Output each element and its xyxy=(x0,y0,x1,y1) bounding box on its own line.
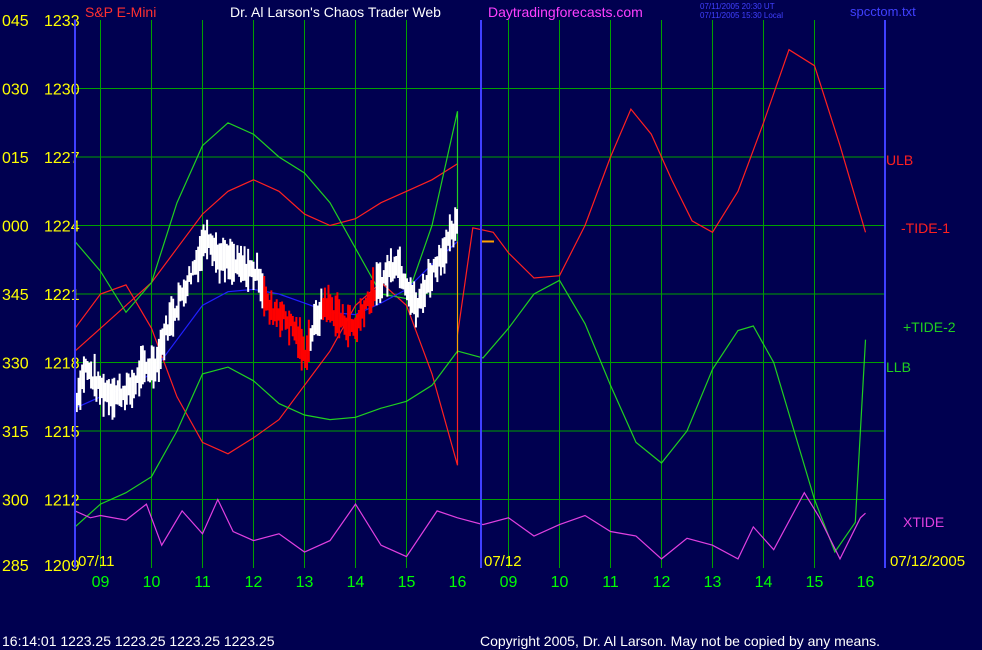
day-label-1: 07/11 xyxy=(78,553,114,570)
timestamp-ut: 07/11/2005 20:30 UT xyxy=(700,2,775,11)
price-axis-code-label: 030 xyxy=(2,82,29,99)
chart-title: Dr. Al Larson's Chaos Trader Web xyxy=(230,4,441,20)
chaos-trader-chart: 045 1233030 1230015 1227000 1224345 1221330 12… xyxy=(0,0,982,650)
hour-axis-tick-label: 14 xyxy=(347,574,365,591)
price-axis-code-label: 000 xyxy=(2,219,29,236)
timestamp-local: 07/11/2005 15:30 Local xyxy=(700,11,783,20)
hour-axis-tick-label: 09 xyxy=(92,574,110,591)
hour-axis-tick-label: 14 xyxy=(755,574,773,591)
price-axis-code-label: 285 xyxy=(2,558,29,575)
price-axis-code-label: 330 xyxy=(2,356,29,373)
hour-axis-tick-label: 09 xyxy=(500,574,518,591)
hour-axis-tick-label: 15 xyxy=(806,574,824,591)
price-axis-code-label: 045 xyxy=(2,13,29,30)
hour-axis-tick-label: 10 xyxy=(143,574,161,591)
price-axis-code-label: 315 xyxy=(2,424,29,441)
hour-axis-tick-label: 16 xyxy=(449,574,467,591)
data-filename: spcctom.txt xyxy=(850,4,916,19)
hour-axis-tick-label: 13 xyxy=(704,574,722,591)
series-label-xtide: XTIDE xyxy=(903,514,944,530)
site-name: Daytradingforecasts.com xyxy=(488,4,643,20)
end-date-label: 07/12/2005 xyxy=(890,553,965,570)
hour-axis-tick-label: 15 xyxy=(398,574,416,591)
copyright-line: Copyright 2005, Dr. Al Larson. May not b… xyxy=(480,633,880,649)
hour-axis-tick-label: 12 xyxy=(653,574,671,591)
hour-axis-tick-label: 13 xyxy=(296,574,314,591)
instrument-label: S&P E-Mini xyxy=(85,4,156,20)
price-axis-code-label: 300 xyxy=(2,493,29,510)
series-label-tide1: -TIDE-1 xyxy=(901,220,950,236)
hour-axis-tick-label: 16 xyxy=(857,574,875,591)
hour-axis-tick-label: 12 xyxy=(245,574,263,591)
status-line: 16:14:01 1223.25 1223.25 1223.25 1223.25 xyxy=(2,633,275,649)
series-label-ulb: ULB xyxy=(886,152,913,168)
day-label-2: 07/12 xyxy=(484,553,522,570)
hour-axis-tick-label: 10 xyxy=(551,574,569,591)
hour-axis-tick-label: 11 xyxy=(602,574,619,591)
series-label-tide2: +TIDE-2 xyxy=(903,319,956,335)
price-axis-code-label: 345 xyxy=(2,287,29,304)
price-axis-code-label: 015 xyxy=(2,150,29,167)
hour-axis-tick-label: 11 xyxy=(194,574,211,591)
series-label-llb: LLB xyxy=(886,359,911,375)
